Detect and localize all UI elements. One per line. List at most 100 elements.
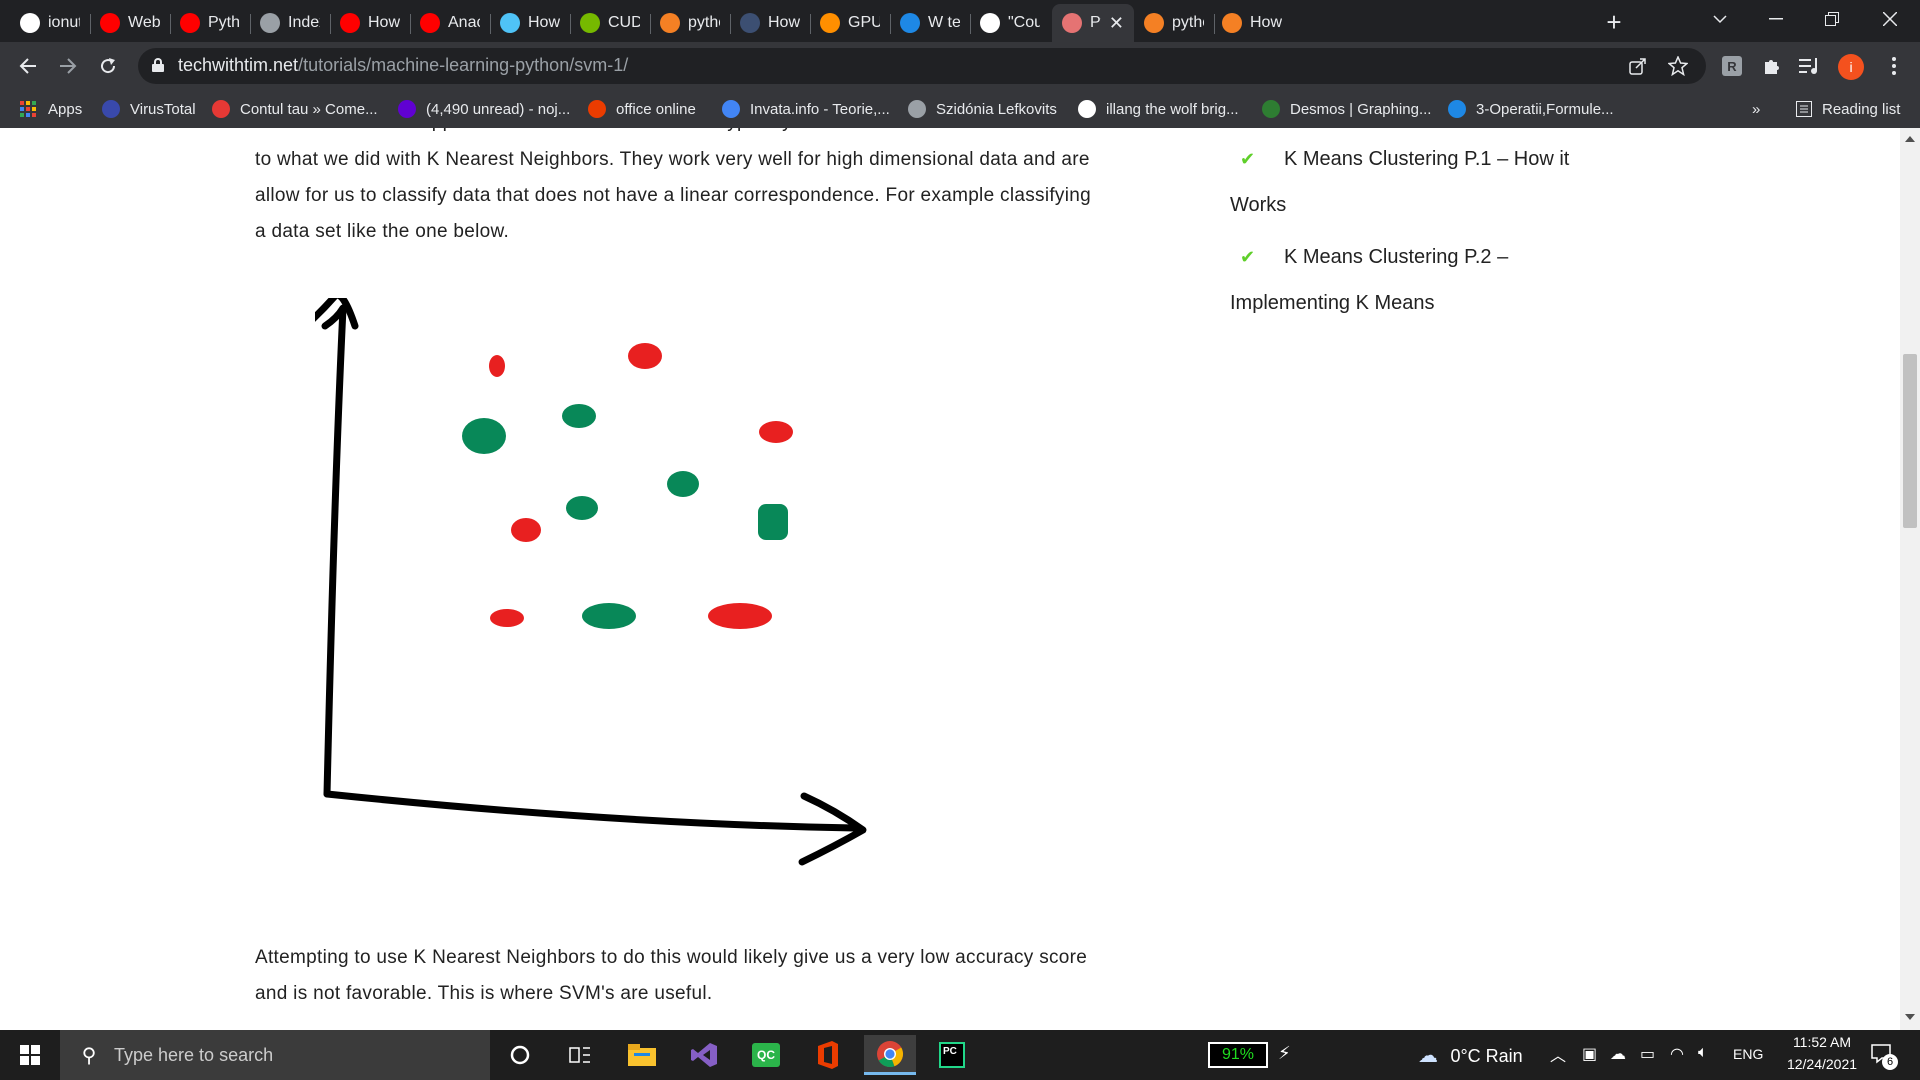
browser-tab[interactable]: CUDA T bbox=[570, 4, 650, 42]
axes bbox=[315, 298, 867, 866]
back-button[interactable] bbox=[12, 50, 44, 82]
qc-app[interactable]: QC bbox=[740, 1035, 792, 1075]
browser-toolbar: techwithtim.net/tutorials/machine-learni… bbox=[0, 42, 1920, 90]
page-scrollbar[interactable] bbox=[1900, 128, 1920, 1030]
meet-now-icon[interactable]: ▣ bbox=[1582, 1044, 1597, 1064]
browser-tab[interactable]: python bbox=[650, 4, 730, 42]
office-app[interactable] bbox=[802, 1035, 854, 1075]
cortana-button[interactable] bbox=[494, 1035, 546, 1075]
battery-tray-icon[interactable]: ▭ bbox=[1640, 1044, 1655, 1064]
windows-taskbar: ⚲ Type here to search QC PC 91% ⚡ ☁ 0°C … bbox=[0, 1030, 1920, 1080]
close-tab-icon[interactable]: ✕ bbox=[1109, 13, 1124, 34]
close-window-button[interactable] bbox=[1862, 0, 1918, 38]
browser-tab[interactable]: W tens bbox=[890, 4, 970, 42]
s-icon bbox=[1448, 100, 1466, 118]
battery-indicator[interactable]: 91% bbox=[1208, 1042, 1268, 1068]
chrome-app[interactable] bbox=[864, 1035, 916, 1075]
profile-avatar[interactable]: i bbox=[1838, 54, 1864, 80]
sidebar-link-kmeans-p2[interactable]: ✔ K Means Clustering P.2 – Implementing K… bbox=[1230, 234, 1650, 326]
action-center-button[interactable]: 6 bbox=[1870, 1042, 1898, 1071]
reading-list-button[interactable]: Reading list bbox=[1796, 98, 1900, 120]
browser-tab[interactable]: Python bbox=[170, 4, 250, 42]
bookmark-label: illang the wolf brig... bbox=[1106, 100, 1239, 118]
svm-data-figure bbox=[315, 298, 867, 866]
tab-search-button[interactable] bbox=[1692, 0, 1748, 38]
bookmark-star-icon[interactable] bbox=[1666, 54, 1690, 78]
bookmark-item[interactable]: illang the wolf brig... bbox=[1078, 98, 1239, 120]
bookmark-item[interactable]: VirusTotal bbox=[102, 98, 196, 120]
browser-tab[interactable]: Web Sc bbox=[90, 4, 170, 42]
browser-tab[interactable]: GPU su bbox=[810, 4, 890, 42]
media-control-icon[interactable] bbox=[1796, 52, 1824, 80]
browser-tab[interactable]: "Could bbox=[970, 4, 1050, 42]
bookmark-item[interactable]: Contul tau » Come... bbox=[212, 98, 378, 120]
taskbar-search-box[interactable]: ⚲ Type here to search bbox=[60, 1030, 490, 1080]
weather-widget[interactable]: ☁ 0°C Rain bbox=[1418, 1043, 1523, 1068]
task-view-button[interactable] bbox=[554, 1035, 606, 1075]
bookmark-item[interactable]: 3-Operatii,Formule... bbox=[1448, 98, 1614, 120]
bookmark-item[interactable]: Szidónia Lefkovits bbox=[908, 98, 1057, 120]
bookmark-item[interactable]: Desmos | Graphing... bbox=[1262, 98, 1431, 120]
bookmark-item[interactable]: office online bbox=[588, 98, 696, 120]
scroll-up-arrow-icon[interactable] bbox=[1905, 136, 1915, 142]
sidebar-link-kmeans-p1[interactable]: ✔ K Means Clustering P.1 – How it Works bbox=[1230, 136, 1650, 228]
bookmarks-overflow-button[interactable]: » bbox=[1752, 98, 1760, 120]
bookmark-item[interactable]: Apps bbox=[20, 98, 82, 120]
share-icon[interactable] bbox=[1626, 54, 1650, 78]
chrome-menu-icon[interactable] bbox=[1880, 52, 1908, 80]
green-data-point bbox=[758, 504, 788, 540]
scroll-down-arrow-icon[interactable] bbox=[1905, 1014, 1915, 1020]
browser-tab[interactable]: How to bbox=[330, 4, 410, 42]
eye-icon bbox=[500, 13, 520, 33]
sidebar-link-label[interactable]: Works bbox=[1230, 182, 1650, 228]
address-bar[interactable]: techwithtim.net/tutorials/machine-learni… bbox=[138, 48, 1706, 84]
google-g-icon bbox=[722, 100, 740, 118]
browser-tab[interactable]: Pyt ✕ bbox=[1052, 4, 1134, 42]
browser-tab[interactable]: ionutn bbox=[10, 4, 90, 42]
sidebar-link-label[interactable]: K Means Clustering P.1 – How it bbox=[1284, 148, 1569, 170]
bookmark-label: Invata.info - Teorie,... bbox=[750, 100, 890, 118]
wifi-icon[interactable]: ◠ bbox=[1670, 1044, 1684, 1064]
input-language[interactable]: ENG bbox=[1733, 1046, 1763, 1062]
tab-strip: ionutn Web Sc Python Index o How to Anacon How… bbox=[0, 0, 1920, 42]
new-tab-button[interactable]: + bbox=[1598, 6, 1630, 38]
folder-icon bbox=[628, 1044, 656, 1066]
bookmark-item[interactable]: (4,490 unread) - noj... bbox=[398, 98, 570, 120]
extensions-puzzle-icon[interactable] bbox=[1758, 52, 1786, 80]
forward-button[interactable] bbox=[52, 50, 84, 82]
checkmark-icon: ✔ bbox=[1240, 247, 1256, 267]
green-data-point bbox=[462, 418, 506, 454]
green-data-point bbox=[582, 603, 636, 629]
pycharm-app[interactable]: PC bbox=[926, 1035, 978, 1075]
clock[interactable]: 11:52 AM 12/24/2021 bbox=[1774, 1034, 1870, 1072]
start-button[interactable] bbox=[0, 1030, 60, 1080]
minimize-button[interactable] bbox=[1748, 0, 1804, 38]
browser-tab[interactable]: How to bbox=[1212, 4, 1292, 42]
url-text[interactable]: techwithtim.net/tutorials/machine-learni… bbox=[178, 55, 628, 76]
browser-tab[interactable]: How to bbox=[730, 4, 810, 42]
scrollbar-thumb[interactable] bbox=[1903, 354, 1917, 528]
bookmark-item[interactable]: Invata.info - Teorie,... bbox=[722, 98, 890, 120]
onedrive-icon[interactable]: ☁ bbox=[1610, 1044, 1626, 1064]
restore-button[interactable] bbox=[1804, 0, 1860, 38]
volume-icon[interactable]: 🔈︎ bbox=[1698, 1044, 1708, 1062]
y-axis bbox=[321, 304, 347, 798]
extension-r-icon[interactable]: R bbox=[1718, 52, 1746, 80]
reload-button[interactable] bbox=[92, 50, 124, 82]
visual-studio-app[interactable] bbox=[678, 1035, 730, 1075]
sidebar-link-label[interactable]: K Means Clustering P.2 – bbox=[1284, 246, 1508, 268]
browser-tab[interactable]: Anacon bbox=[410, 4, 490, 42]
browser-tab[interactable]: python bbox=[1134, 4, 1214, 42]
tab-title: Anacon bbox=[448, 14, 480, 31]
tab-title: CUDA T bbox=[608, 14, 640, 31]
sidebar-link-label[interactable]: Implementing K Means bbox=[1230, 280, 1650, 326]
file-explorer-app[interactable] bbox=[616, 1035, 668, 1075]
reading-list-label: Reading list bbox=[1822, 100, 1901, 118]
lock-icon[interactable] bbox=[152, 58, 164, 72]
x-axis bbox=[323, 790, 859, 832]
tab-title: Web Sc bbox=[128, 14, 160, 31]
show-hidden-icons-chevron-icon[interactable]: ︿ bbox=[1550, 1042, 1566, 1066]
globe-icon bbox=[908, 100, 926, 118]
browser-tab[interactable]: Index o bbox=[250, 4, 330, 42]
browser-tab[interactable]: How to bbox=[490, 4, 570, 42]
